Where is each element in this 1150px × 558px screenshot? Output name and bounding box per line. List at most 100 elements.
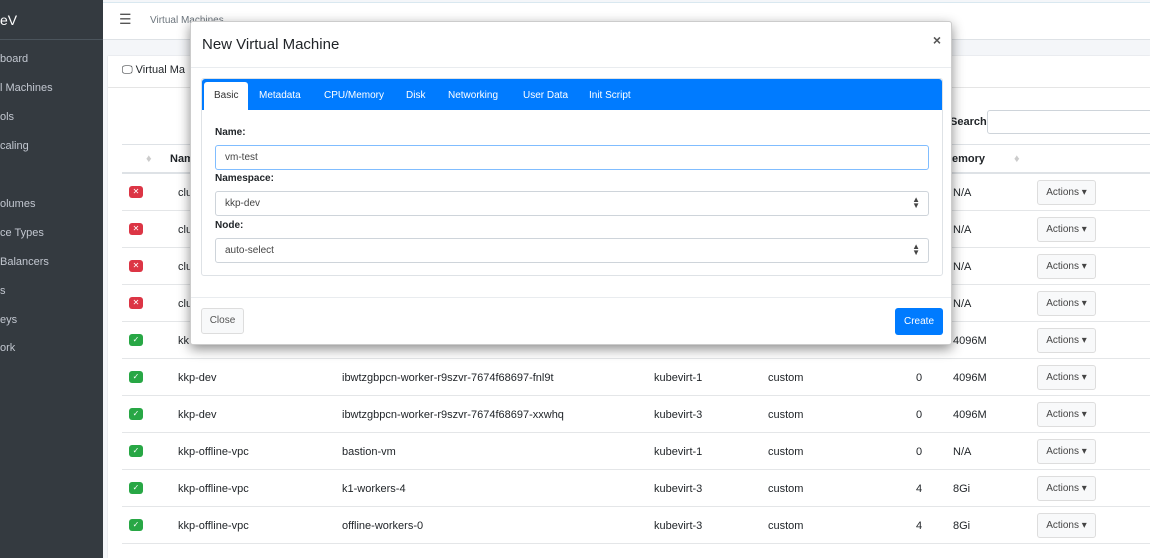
select-arrows-icon: ▲ ▼ bbox=[912, 242, 920, 257]
table-row: ✓ kkp-offline-vpc bastion-vm kubevirt-1 … bbox=[122, 433, 1150, 470]
hamburger-icon[interactable]: ☰ bbox=[119, 11, 132, 28]
cpu-cell: 4 bbox=[916, 520, 923, 532]
tab-bar: Basic Metadata CPU/Memory Disk Networkin… bbox=[202, 79, 942, 110]
memory-cell: 4096M bbox=[953, 335, 987, 347]
name-cell: k1-workers-4 bbox=[342, 483, 406, 495]
node-value: auto-select bbox=[225, 245, 274, 256]
actions-dropdown[interactable]: Actions ▾ bbox=[1037, 217, 1096, 242]
sidebar-item-autoscaling[interactable]: caling bbox=[0, 140, 29, 152]
name-cell: bastion-vm bbox=[342, 446, 396, 458]
sidebar-item-pools[interactable]: ols bbox=[0, 111, 14, 123]
memory-cell: 8Gi bbox=[953, 483, 971, 495]
check-icon: ✓ bbox=[129, 408, 143, 420]
actions-dropdown[interactable]: Actions ▾ bbox=[1037, 254, 1096, 279]
cpu-cell: 0 bbox=[916, 409, 923, 421]
actions-dropdown[interactable]: Actions ▾ bbox=[1037, 513, 1096, 538]
node-label: Node: bbox=[215, 220, 244, 231]
actions-dropdown[interactable]: Actions ▾ bbox=[1037, 365, 1096, 390]
table-row: ✓ kkp-dev ibwtzgbpcn-worker-r9szvr-7674f… bbox=[122, 396, 1150, 433]
tab-user-data[interactable]: User Data bbox=[523, 90, 568, 101]
sidebar-item-keys[interactable]: eys bbox=[0, 314, 17, 326]
type-cell: custom bbox=[768, 446, 804, 458]
cpu-cell: 4 bbox=[916, 483, 923, 495]
sort-icon[interactable]: ♦ bbox=[146, 153, 152, 165]
check-icon: ✓ bbox=[129, 482, 143, 494]
brand: eV bbox=[0, 0, 103, 40]
actions-dropdown[interactable]: Actions ▾ bbox=[1037, 439, 1096, 464]
memory-cell: N/A bbox=[953, 187, 972, 199]
tab-cpu-memory[interactable]: CPU/Memory bbox=[324, 90, 384, 101]
memory-cell: 4096M bbox=[953, 372, 987, 384]
sidebar-item-volumes[interactable]: olumes bbox=[0, 198, 35, 210]
close-icon[interactable]: × bbox=[933, 32, 941, 48]
modal-title: New Virtual Machine bbox=[202, 36, 340, 53]
name-value: vm-test bbox=[225, 152, 258, 163]
node-select[interactable]: auto-select ▲ ▼ bbox=[215, 238, 929, 263]
node-cell: kubevirt-1 bbox=[654, 372, 703, 384]
memory-cell: N/A bbox=[953, 261, 972, 273]
error-icon: ✕ bbox=[129, 260, 143, 272]
tab-basic[interactable]: Basic bbox=[204, 82, 249, 110]
name-cell: ibwtzgbpcn-worker-r9szvr-7674f68697-fnl9… bbox=[342, 372, 554, 384]
actions-dropdown[interactable]: Actions ▾ bbox=[1037, 402, 1096, 427]
sidebar-item-virtual-machines[interactable]: l Machines bbox=[0, 82, 53, 94]
cpu-cell: 0 bbox=[916, 372, 923, 384]
memory-cell: N/A bbox=[953, 224, 972, 236]
new-vm-modal: New Virtual Machine × Basic Metadata CPU… bbox=[190, 21, 952, 345]
actions-dropdown[interactable]: Actions ▾ bbox=[1037, 291, 1096, 316]
sidebar-item-network[interactable]: ork bbox=[0, 342, 15, 354]
memory-cell: 4096M bbox=[953, 409, 987, 421]
name-input[interactable]: vm-test bbox=[215, 145, 929, 170]
error-icon: ✕ bbox=[129, 186, 143, 198]
sidebar-item-instance-types[interactable]: ce Types bbox=[0, 227, 44, 239]
namespace-cell: kkp-dev bbox=[178, 372, 217, 384]
namespace-cell: kkp-offline-vpc bbox=[178, 520, 249, 532]
namespace-cell: kkp-offline-vpc bbox=[178, 483, 249, 495]
tabs-panel: Basic Metadata CPU/Memory Disk Networkin… bbox=[201, 78, 943, 276]
name-cell: ibwtzgbpcn-worker-r9szvr-7674f68697-xxwh… bbox=[342, 409, 564, 421]
tab-networking[interactable]: Networking bbox=[448, 90, 498, 101]
sidebar-item-s[interactable]: s bbox=[0, 285, 6, 297]
check-icon: ✓ bbox=[129, 519, 143, 531]
node-cell: kubevirt-3 bbox=[654, 520, 703, 532]
namespace-cell: kkp-dev bbox=[178, 409, 217, 421]
header-memory[interactable]: emory bbox=[952, 153, 985, 165]
node-cell: kubevirt-3 bbox=[654, 483, 703, 495]
namespace-cell: kkp-offline-vpc bbox=[178, 446, 249, 458]
actions-dropdown[interactable]: Actions ▾ bbox=[1037, 328, 1096, 353]
card-title: Virtual Ma bbox=[135, 64, 185, 76]
sidebar: eV board l Machines ols caling olumes ce… bbox=[0, 0, 103, 558]
close-button[interactable]: Close bbox=[201, 308, 244, 334]
search-input[interactable] bbox=[987, 110, 1150, 134]
error-icon: ✕ bbox=[129, 223, 143, 235]
actions-dropdown[interactable]: Actions ▾ bbox=[1037, 180, 1096, 205]
search-label: Search: bbox=[950, 116, 991, 128]
type-cell: custom bbox=[768, 520, 804, 532]
name-label: Name: bbox=[215, 127, 246, 138]
type-cell: custom bbox=[768, 483, 804, 495]
table-row: ✓ kkp-offline-vpc k1-workers-4 kubevirt-… bbox=[122, 470, 1150, 507]
sidebar-item-load-balancers[interactable]: Balancers bbox=[0, 256, 49, 268]
cpu-cell: 0 bbox=[916, 446, 923, 458]
namespace-select[interactable]: kkp-dev ▲ ▼ bbox=[215, 191, 929, 216]
namespace-value: kkp-dev bbox=[225, 198, 261, 209]
actions-dropdown[interactable]: Actions ▾ bbox=[1037, 476, 1096, 501]
namespace-label: Namespace: bbox=[215, 173, 274, 184]
table-row: ✓ kkp-offline-vpc offline-workers-0 kube… bbox=[122, 507, 1150, 544]
node-cell: kubevirt-3 bbox=[654, 409, 703, 421]
create-button[interactable]: Create bbox=[895, 308, 943, 335]
tab-metadata[interactable]: Metadata bbox=[259, 90, 301, 101]
select-arrows-icon: ▲ ▼ bbox=[912, 195, 920, 210]
type-cell: custom bbox=[768, 372, 804, 384]
table-row: ✓ kkp-dev ibwtzgbpcn-worker-r9szvr-7674f… bbox=[122, 359, 1150, 396]
memory-cell: N/A bbox=[953, 298, 972, 310]
monitor-icon: 🖵 bbox=[122, 64, 133, 76]
sort-icon[interactable]: ♦ bbox=[1014, 153, 1020, 165]
tab-disk[interactable]: Disk bbox=[406, 90, 425, 101]
check-icon: ✓ bbox=[129, 371, 143, 383]
sidebar-item-dashboard[interactable]: board bbox=[0, 53, 28, 65]
check-icon: ✓ bbox=[129, 445, 143, 457]
error-icon: ✕ bbox=[129, 297, 143, 309]
memory-cell: 8Gi bbox=[953, 520, 971, 532]
tab-init-script[interactable]: Init Script bbox=[589, 90, 631, 101]
